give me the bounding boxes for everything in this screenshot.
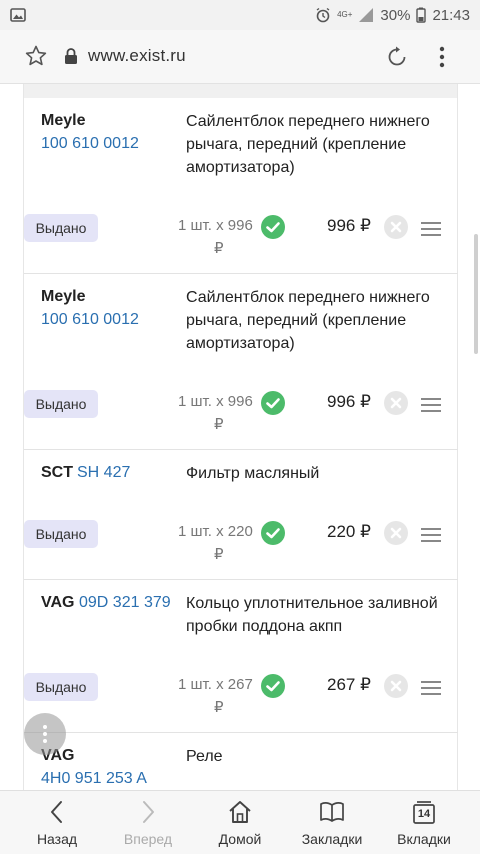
- item-part-number[interactable]: SH 427: [77, 464, 130, 482]
- close-icon: [390, 527, 402, 539]
- item-qty: 1 шт. x 267: [178, 676, 253, 693]
- row-menu-icon[interactable]: [421, 398, 441, 412]
- clock: 21:43: [432, 6, 470, 24]
- tabs-count: 14: [417, 808, 431, 820]
- home-button[interactable]: Домой: [212, 791, 268, 854]
- bookmarks-label: Закладки: [301, 831, 363, 847]
- tabs-icon: 14: [409, 797, 439, 827]
- more-vert-icon[interactable]: [434, 44, 450, 70]
- item-price: 267 ₽: [327, 675, 371, 694]
- item-qty: 1 шт. x 996: [178, 393, 253, 410]
- url-text[interactable]: www.exist.ru: [88, 46, 186, 66]
- check-icon: [261, 391, 285, 415]
- row-menu-icon[interactable]: [421, 528, 441, 542]
- forward-button[interactable]: Вперед: [118, 791, 178, 854]
- tabs-label: Вкладки: [397, 831, 451, 847]
- remove-button[interactable]: [384, 521, 408, 545]
- star-icon[interactable]: [24, 44, 48, 68]
- chevron-right-icon: [143, 801, 154, 823]
- list-border-right: [457, 84, 458, 790]
- close-icon: [390, 680, 402, 692]
- address-bar: www.exist.ru: [0, 30, 480, 84]
- item-qty-currency: ₽: [214, 546, 224, 563]
- image-icon: [10, 8, 26, 22]
- row-menu-icon[interactable]: [421, 681, 441, 695]
- browser-bottom-bar: Назад Вперед Домой Закладки 14 Вкладки: [0, 790, 480, 854]
- item-part-number[interactable]: 100 610 0012: [41, 135, 139, 153]
- item-qty-currency: ₽: [214, 699, 224, 716]
- item-part-number[interactable]: 4H0 951 253 A: [41, 770, 147, 788]
- battery-percent: 30%: [380, 6, 411, 24]
- home-label: Домой: [218, 831, 262, 847]
- orders-list[interactable]: Meyle 100 610 0012 Сайлентблок переднего…: [0, 84, 480, 790]
- status-badge: Выдано: [24, 214, 98, 242]
- reload-icon[interactable]: [384, 44, 410, 70]
- status-badge: Выдано: [24, 390, 98, 418]
- row-menu-icon[interactable]: [421, 222, 441, 236]
- row-divider: [24, 732, 458, 733]
- close-icon: [390, 221, 402, 233]
- back-button[interactable]: Назад: [28, 791, 86, 854]
- scrollbar[interactable]: [474, 234, 478, 354]
- item-part-number[interactable]: 09D 321 379: [79, 594, 171, 612]
- network-type: 4G+: [337, 10, 353, 19]
- forward-label: Вперед: [123, 831, 173, 847]
- remove-button[interactable]: [384, 215, 408, 239]
- close-icon: [390, 397, 402, 409]
- status-bar: 4G+ 30% 21:43: [0, 0, 480, 30]
- signal-icon: [359, 8, 374, 22]
- bookmarks-button[interactable]: Закладки: [298, 791, 366, 854]
- item-brand: SCT: [41, 464, 73, 481]
- item-price: 996 ₽: [327, 392, 371, 411]
- chevron-left-icon: [51, 801, 62, 823]
- item-part-number[interactable]: 100 610 0012: [41, 311, 139, 329]
- home-icon: [229, 801, 251, 823]
- item-description: Сайлентблок переднего нижнего рычага, пе…: [186, 113, 430, 176]
- tabs-button[interactable]: 14 Вкладки: [392, 791, 456, 854]
- back-label: Назад: [36, 831, 78, 847]
- floating-menu-button[interactable]: [24, 713, 66, 755]
- item-price: 220 ₽: [327, 522, 371, 541]
- lock-icon: [65, 48, 77, 64]
- item-price: 996 ₽: [327, 216, 371, 235]
- item-qty-currency: ₽: [214, 240, 224, 257]
- item-brand: Meyle: [41, 112, 86, 129]
- item-description: Реле: [186, 748, 223, 765]
- book-icon: [320, 802, 344, 822]
- check-icon: [261, 674, 285, 698]
- check-icon: [261, 521, 285, 545]
- item-brand: VAG: [41, 594, 75, 611]
- item-qty: 1 шт. x 220: [178, 523, 253, 540]
- alarm-icon: [316, 7, 330, 23]
- item-description: Кольцо уплотнительное заливной пробки по…: [186, 595, 438, 635]
- remove-button[interactable]: [384, 391, 408, 415]
- list-header-strip: [24, 84, 458, 98]
- remove-button[interactable]: [384, 674, 408, 698]
- row-divider: [24, 449, 458, 450]
- battery-icon: [416, 7, 427, 23]
- status-badge: Выдано: [24, 673, 98, 701]
- item-qty: 1 шт. x 996: [178, 217, 253, 234]
- row-divider: [24, 273, 458, 274]
- item-description: Фильтр масляный: [186, 465, 320, 482]
- row-divider: [24, 579, 458, 580]
- item-qty-currency: ₽: [214, 416, 224, 433]
- status-badge: Выдано: [24, 520, 98, 548]
- item-description: Сайлентблок переднего нижнего рычага, пе…: [186, 289, 430, 352]
- item-brand: Meyle: [41, 288, 86, 305]
- check-icon: [261, 215, 285, 239]
